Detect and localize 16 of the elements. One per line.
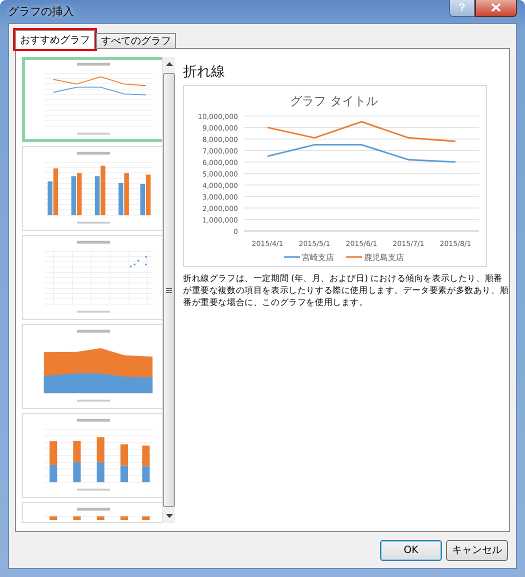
cancel-button[interactable]: キャンセル	[446, 540, 508, 560]
chart-description: 折れ線グラフは、一定期間 (年、月、および日) における傾向を表示したり、順番が重要な複数の項目を表示したりする際に使用します。データ要素が多数あり、順番が重要な場合に、このグラフを使用します。	[183, 273, 509, 309]
ok-button[interactable]: OK	[380, 540, 442, 560]
close-icon	[491, 3, 501, 12]
window-title: グラフの挿入	[8, 4, 75, 19]
tab[interactable]: おすすめグラフ	[15, 30, 95, 49]
grip-icon	[166, 288, 172, 292]
scroll-down-icon[interactable]	[166, 514, 172, 518]
chart-title: グラフ タイトル	[290, 94, 378, 108]
tab[interactable]: すべてのグラフ	[96, 33, 176, 49]
scrollbar[interactable]	[162, 57, 175, 523]
legend-label: 宮崎支店	[302, 253, 334, 262]
close-button[interactable]	[475, 0, 517, 16]
scroll-up-icon[interactable]	[166, 62, 172, 66]
chart-type-heading: 折れ線	[183, 63, 226, 81]
legend-label: 鹿児島支店	[364, 253, 404, 262]
